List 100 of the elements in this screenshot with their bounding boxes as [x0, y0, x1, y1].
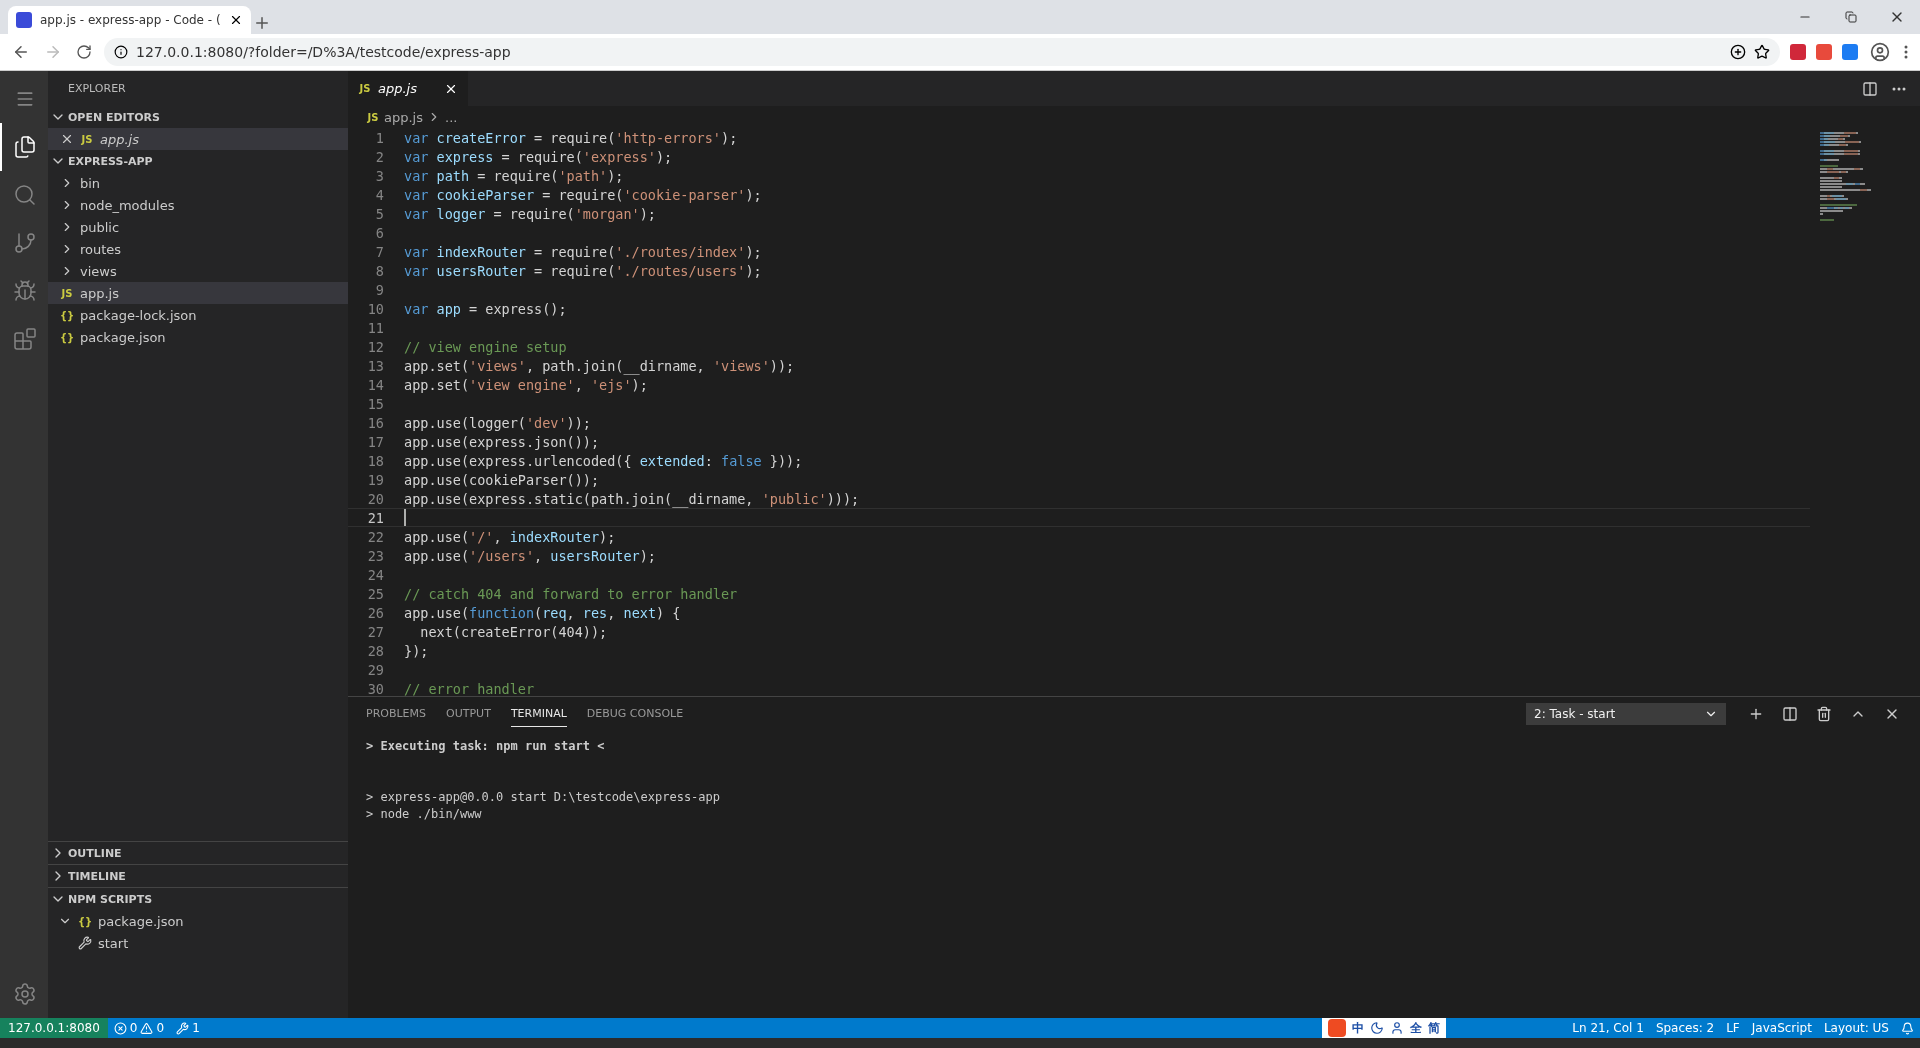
breadcrumb-item[interactable]: ... — [445, 109, 458, 125]
line-number: 18 — [366, 452, 385, 469]
line-number: 13 — [366, 357, 385, 374]
json-file-icon: {} — [60, 331, 74, 343]
code-line: }); — [404, 642, 429, 659]
ime-mode[interactable]: 全 — [1410, 1019, 1423, 1037]
tree-item[interactable]: routes — [48, 238, 348, 260]
status-item[interactable]: LF — [1720, 1021, 1746, 1035]
source-control-icon — [13, 231, 37, 255]
user-icon — [1390, 1021, 1405, 1035]
reload-icon — [76, 44, 92, 60]
json-file-icon: {} — [78, 915, 92, 927]
tree-item[interactable]: {} package.json — [48, 910, 348, 932]
terminal-line: > Executing task: npm run start < — [366, 739, 606, 755]
warning-icon — [140, 1021, 154, 1035]
tree-item[interactable]: public — [48, 216, 348, 238]
code-line: app.set('views', path.join(__dirname, 'views')); — [404, 357, 795, 374]
browser-tab[interactable]: app.js - express-app - Code - ( — [8, 6, 251, 34]
line-number: 27 — [366, 623, 385, 640]
extensions-icon — [13, 327, 37, 351]
more-icon — [1892, 86, 1906, 91]
status-item[interactable]: Layout: US — [1817, 1021, 1895, 1035]
code-line: var cookieParser = require('cookie-parser'); — [404, 186, 762, 203]
section-header[interactable]: OUTLINE — [48, 841, 348, 864]
line-number: 9 — [374, 281, 385, 298]
section-header[interactable]: OPEN EDITORS — [48, 106, 348, 128]
menu-icon — [1904, 45, 1908, 59]
tree-item[interactable]: views — [48, 260, 348, 282]
problems-indicator[interactable]: 0 0 — [107, 1021, 171, 1035]
info-icon — [114, 45, 128, 59]
code-line: app.use(express.urlencoded({ extended: false })); — [404, 452, 803, 469]
line-number: 24 — [366, 566, 385, 583]
js-file-icon: JS — [80, 133, 94, 145]
sidebar-title: EXPLORER — [67, 81, 127, 97]
section-header[interactable]: EXPRESS-APP — [48, 150, 348, 172]
line-number: 4 — [374, 186, 385, 203]
forward-arrow-icon — [44, 43, 62, 61]
settings-icon — [13, 982, 37, 1006]
line-number: 5 — [374, 205, 385, 222]
split-terminal-button[interactable] — [1780, 704, 1800, 724]
status-item[interactable]: JavaScript — [1745, 1021, 1818, 1035]
browser-menu-button[interactable] — [1902, 43, 1910, 61]
restore-icon — [1845, 11, 1857, 23]
code-line: app.use(express.static(path.join(__dirname, 'public'))); — [404, 490, 860, 507]
split-editor-icon — [1862, 80, 1878, 97]
profile-button[interactable] — [1868, 40, 1892, 64]
js-file-icon: JS — [60, 287, 74, 299]
breadcrumb-item[interactable]: app.js — [384, 109, 423, 125]
json-file-icon: {} — [60, 309, 74, 321]
editor-tab[interactable]: JS app.js — [348, 71, 468, 106]
panel-tab[interactable]: TERMINAL — [510, 701, 567, 727]
ime-logo-icon — [1328, 1019, 1347, 1037]
ime-mode[interactable]: 中 — [1352, 1019, 1365, 1037]
tree-item[interactable]: bin — [48, 172, 348, 194]
tree-item[interactable]: JS app.js — [48, 128, 348, 150]
panel-tab[interactable]: PROBLEMS — [366, 701, 427, 727]
section-header[interactable]: TIMELINE — [48, 864, 348, 887]
code-line: var createError = require('http-errors'); — [404, 129, 738, 146]
line-number: 3 — [374, 167, 385, 184]
line-number: 17 — [366, 433, 385, 450]
address-bar[interactable]: 127.0.0.1:8080/?folder=/D%3A/testcode/express-app — [104, 38, 1780, 66]
menu-icon — [15, 89, 35, 109]
reload-button[interactable] — [74, 42, 94, 62]
line-number: 26 — [366, 604, 385, 621]
remote-indicator[interactable]: 127.0.0.1:8080 — [0, 1018, 108, 1038]
user-icon — [1870, 42, 1890, 62]
terminal-line: > express-app@0.0.0 start D:\testcode\express-app — [366, 789, 721, 806]
line-number: 6 — [374, 224, 385, 241]
line-number: 10 — [366, 300, 385, 317]
section-header[interactable]: NPM SCRIPTS — [48, 887, 348, 910]
star-icon — [1754, 44, 1770, 60]
line-number: 12 — [366, 338, 385, 355]
tree-item[interactable]: {} package.json — [48, 326, 348, 348]
files-icon — [13, 135, 37, 159]
terminal-dropdown[interactable]: 2: Task - start — [1526, 703, 1726, 725]
tree-item[interactable]: {} package-lock.json — [48, 304, 348, 326]
line-number: 16 — [366, 414, 385, 431]
terminal-line: > node ./bin/www — [366, 807, 483, 823]
panel-tab[interactable]: DEBUG CONSOLE — [586, 701, 684, 727]
tree-item[interactable]: node_modules — [48, 194, 348, 216]
line-number: 28 — [366, 642, 385, 659]
tree-item[interactable]: start — [48, 932, 348, 954]
line-number: 21 — [366, 509, 385, 526]
tree-item[interactable]: JS app.js — [48, 282, 348, 304]
error-icon — [113, 1021, 127, 1035]
code-line: var logger = require('morgan'); — [404, 205, 656, 222]
line-number: 7 — [374, 243, 385, 260]
status-item[interactable]: Ln 21, Col 1 — [1566, 1021, 1650, 1035]
code-line: // catch 404 and forward to error handler — [404, 585, 738, 602]
panel-tab[interactable]: OUTPUT — [446, 701, 491, 727]
code-line: var usersRouter = require('./routes/users'); — [404, 262, 762, 279]
line-number: 29 — [366, 661, 385, 678]
ime-mode[interactable]: 简 — [1428, 1019, 1441, 1037]
line-number: 8 — [374, 262, 385, 279]
ime-toolbar[interactable]: 中 全 简 — [1322, 1018, 1447, 1038]
tasks-indicator[interactable]: 1 — [170, 1021, 206, 1035]
status-item[interactable]: Spaces: 2 — [1649, 1021, 1721, 1035]
code-line: app.use(logger('dev')); — [404, 414, 591, 431]
line-number: 15 — [366, 395, 385, 412]
line-number: 11 — [366, 319, 385, 336]
